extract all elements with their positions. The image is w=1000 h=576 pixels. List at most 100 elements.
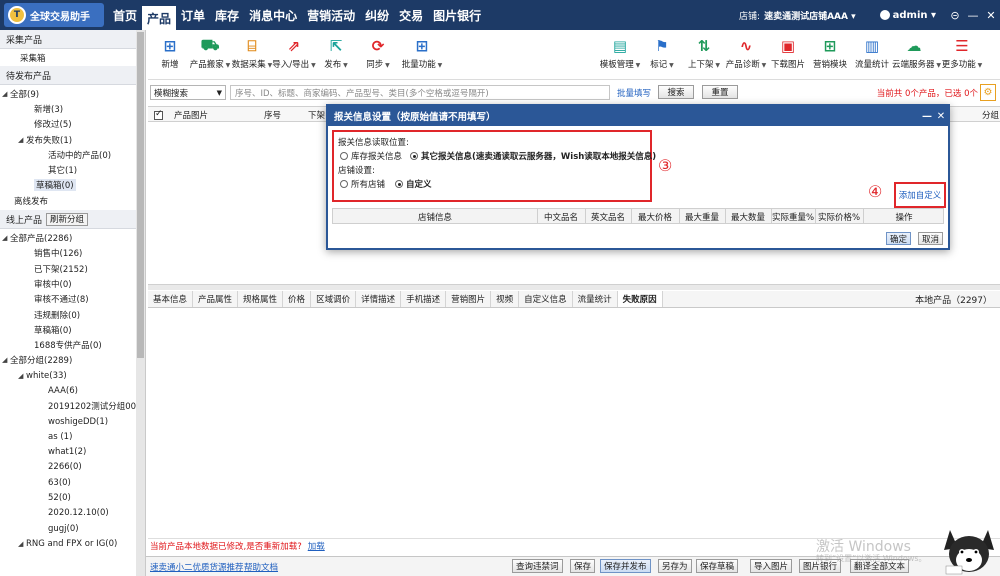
sidebar-tree-item[interactable]: 已下架(2152)	[0, 261, 145, 276]
sidebar-tree-item[interactable]: 2266(0)	[0, 460, 145, 475]
sidebar-tree-item[interactable]: 草稿箱(0)	[0, 178, 145, 193]
nav-item-1[interactable]: 产品	[142, 6, 177, 30]
reset-button[interactable]: 重置	[702, 85, 738, 99]
nav-item-6[interactable]: 纠纷	[360, 0, 394, 30]
sidebar-tree-item[interactable]: AAA(6)	[0, 383, 145, 398]
tab-3[interactable]: 价格	[283, 291, 312, 307]
radio-inventory-customs[interactable]: 库存报关信息	[340, 150, 402, 162]
radio-custom-stores[interactable]: 自定义	[395, 178, 432, 190]
toolbar-menu-button[interactable]: ☰ 更多功能 ▼	[940, 36, 984, 70]
sidebar-tree-item[interactable]: 63(0)	[0, 475, 145, 490]
search-mode-select[interactable]: 模糊搜索 ▼	[150, 85, 226, 100]
sidebar-tree-item[interactable]: woshigeDD(1)	[0, 414, 145, 429]
radio-all-stores[interactable]: 所有店铺	[340, 178, 385, 190]
sidebar-tree-item[interactable]: as (1)	[0, 429, 145, 444]
sidebar-scrollbar[interactable]	[136, 30, 145, 576]
sidebar-tree-item[interactable]: ◢ 全部分组(2289)	[0, 353, 145, 368]
cancel-button[interactable]: 取消	[918, 232, 944, 245]
toolbar-batch-button[interactable]: ⊞ 批量功能 ▼	[400, 36, 444, 70]
sidebar-tree-item[interactable]: ◢ 全部产品(2286)	[0, 230, 145, 245]
confirm-button[interactable]: 确定	[886, 232, 912, 245]
tab-2[interactable]: 规格属性	[238, 291, 284, 307]
sidebar-tree-item[interactable]: 审核中(0)	[0, 276, 145, 291]
toolbar-template-button[interactable]: ▤ 模板管理 ▼	[598, 36, 642, 70]
toolbar-flag-button[interactable]: ⚑ 标记 ▼	[640, 36, 684, 70]
action-button-0[interactable]: 查询违禁词	[512, 559, 563, 573]
sidebar-tree-item[interactable]: gugj(0)	[0, 521, 145, 536]
toolbar-traffic-button[interactable]: ▥ 流量统计	[850, 36, 894, 70]
toolbar-publish-button[interactable]: ⇱ 发布 ▼	[314, 36, 358, 70]
radio-other-customs[interactable]: 其它报关信息(速卖通读取云服务器，Wish读取本地报关信息)	[410, 150, 656, 162]
toolbar-download-image-button[interactable]: ▣ 下载图片	[766, 36, 810, 70]
tab-9[interactable]: 自定义信息	[519, 291, 573, 307]
dialog-title-bar[interactable]: 报关信息设置（按原始值请不用填写） — ✕	[328, 106, 948, 126]
expand-caret-icon[interactable]: ◢	[2, 90, 10, 98]
sidebar-tree-item[interactable]: 其它(1)	[0, 162, 145, 177]
batch-fill-link[interactable]: 批量填写	[617, 87, 651, 99]
store-selector[interactable]: 速卖通测试店铺AAA ▾	[764, 9, 856, 22]
nav-item-4[interactable]: 消息中心	[244, 0, 302, 30]
dialog-minimize-icon[interactable]: —	[920, 111, 934, 122]
expand-caret-icon[interactable]: ◢	[18, 540, 26, 548]
sidebar-tree-item[interactable]: 20191202测试分组00'	[0, 399, 145, 414]
tab-7[interactable]: 营销图片	[446, 291, 492, 307]
tab-10[interactable]: 流量统计	[573, 291, 618, 307]
sidebar-tree-item[interactable]: 修改过(5)	[0, 117, 145, 132]
nav-item-7[interactable]: 交易	[394, 0, 428, 30]
tab-11[interactable]: 失败原因	[617, 291, 663, 307]
tab-6[interactable]: 手机描述	[401, 291, 447, 307]
dialog-close-icon[interactable]: ✕	[934, 111, 948, 122]
nav-item-5[interactable]: 营销活动	[302, 0, 360, 30]
tab-1[interactable]: 产品属性	[193, 291, 239, 307]
sidebar-tree-item[interactable]: ◢ white(33)	[0, 368, 145, 383]
sidebar-scroll-thumb[interactable]	[137, 32, 144, 358]
nav-item-8[interactable]: 图片银行	[428, 0, 486, 30]
sidebar-tree-item[interactable]: ◢ 发布失败(1)	[0, 132, 145, 147]
user-menu[interactable]: admin ▾	[879, 10, 936, 21]
sidebar-tree-item[interactable]: 新增(3)	[0, 101, 145, 116]
expand-caret-icon[interactable]: ◢	[2, 356, 10, 364]
nav-item-0[interactable]: 首页	[108, 0, 142, 30]
sidebar-tree-item[interactable]: 52(0)	[0, 490, 145, 505]
sidebar-item-collect-box[interactable]: 采集箱	[0, 49, 145, 66]
sidebar-tree-item[interactable]: 销售中(126)	[0, 246, 145, 261]
expand-caret-icon[interactable]: ◢	[2, 234, 10, 242]
refresh-groups-button[interactable]: 刷新分组	[46, 212, 89, 226]
tab-5[interactable]: 详情描述	[356, 291, 402, 307]
sidebar-tree-item[interactable]: 草稿箱(0)	[0, 322, 145, 337]
toolbar-collect-button[interactable]: ⌸ 数据采集 ▼	[230, 36, 274, 70]
action-button-2[interactable]: 保存并发布	[600, 559, 651, 573]
sidebar-tree-item[interactable]: 违规删除(0)	[0, 307, 145, 322]
nav-item-2[interactable]: 订单	[176, 0, 210, 30]
toolbar-import-export-button[interactable]: ⇗ 导入/导出 ▼	[272, 36, 316, 70]
toolbar-cloud-button[interactable]: ☁ 云端服务器 ▼	[892, 36, 941, 70]
search-button[interactable]: 搜索	[658, 85, 694, 99]
search-input[interactable]: 序号、ID、标题、商家编码、产品型号、类目(多个空格或逗号隔开)	[230, 85, 610, 100]
sidebar-tree-item[interactable]: ◢ 全部(9)	[0, 86, 145, 101]
tab-8[interactable]: 视频	[491, 291, 520, 307]
column-settings-icon[interactable]: ⚙	[980, 84, 996, 101]
toolbar-marketing-button[interactable]: ⊞ 营销模块	[808, 36, 852, 70]
recommend-link[interactable]: 速卖通小二优质货源推荐	[150, 561, 244, 573]
toolbar-truck-button[interactable]: ⛟ 产品搬家 ▼	[188, 36, 232, 70]
sidebar-tree-item[interactable]: ◢ RNG and FPX or IG(0)	[0, 536, 145, 551]
minimize-icon[interactable]: —	[964, 9, 982, 22]
help-icon[interactable]: ⊝	[946, 9, 964, 22]
action-button-4[interactable]: 保存草稿	[696, 559, 739, 573]
expand-caret-icon[interactable]: ◢	[18, 136, 26, 144]
panel-splitter[interactable]	[148, 284, 1000, 290]
tab-0[interactable]: 基本信息	[148, 291, 194, 307]
close-icon[interactable]: ✕	[982, 9, 1000, 22]
expand-caret-icon[interactable]: ◢	[18, 372, 26, 380]
sidebar-tree-item[interactable]: 审核不通过(8)	[0, 292, 145, 307]
action-button-5[interactable]: 导入图片	[750, 559, 793, 573]
add-custom-button[interactable]: 添加自定义	[894, 182, 946, 208]
sidebar-tree-item[interactable]: 1688专供产品(0)	[0, 337, 145, 352]
sidebar-tree-item[interactable]: 离线发布	[0, 193, 145, 208]
tab-4[interactable]: 区域调价	[311, 291, 357, 307]
sidebar-tree-item[interactable]: what1(2)	[0, 445, 145, 460]
help-docs-link[interactable]: 帮助文档	[244, 561, 278, 573]
toolbar-diagnose-button[interactable]: ∿ 产品诊断 ▼	[724, 36, 768, 70]
reload-link[interactable]: 加载	[308, 540, 325, 552]
action-button-1[interactable]: 保存	[570, 559, 596, 573]
